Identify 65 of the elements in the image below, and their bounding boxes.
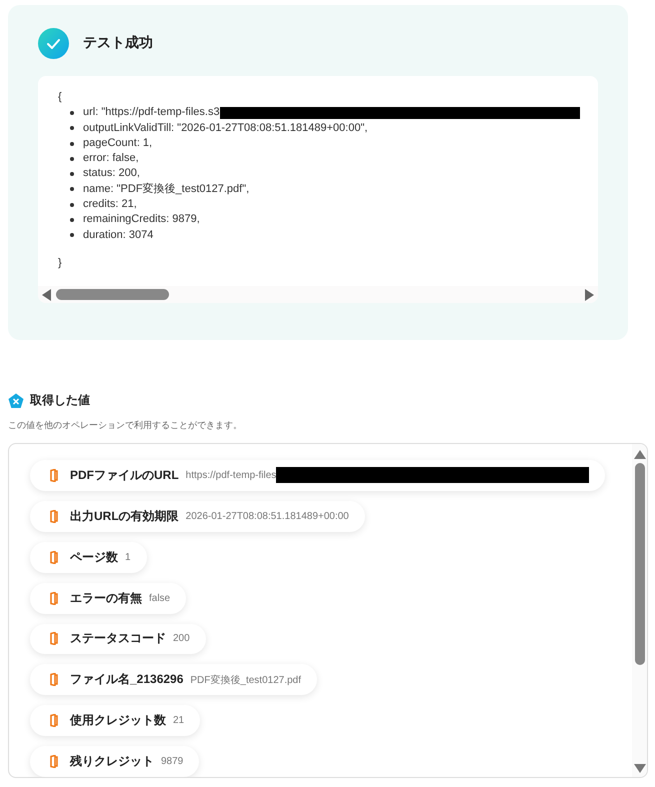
- value-text: 21: [173, 715, 184, 726]
- scrollbar-thumb[interactable]: [56, 289, 169, 300]
- scroll-up-icon[interactable]: [634, 450, 646, 459]
- value-text: 200: [173, 633, 190, 644]
- horizontal-scrollbar[interactable]: [38, 286, 598, 303]
- bullet-icon: [70, 202, 74, 207]
- value-text: false: [149, 592, 170, 604]
- value-label: ステータスコード: [70, 630, 166, 648]
- code-line: duration: 3074: [83, 228, 154, 243]
- value-label: 残りクレジット: [70, 753, 154, 770]
- value-chip[interactable]: 出力URLの有効期限 2026-01-27T08:08:51.181489+00:00: [30, 500, 365, 532]
- code-line: outputLinkValidTill: "2026-01-27T08:08:51.181489+00:00",: [83, 120, 368, 136]
- value-text: PDF変換後_test0127.pdf: [190, 674, 301, 687]
- variable-icon: [8, 392, 24, 408]
- value-chip[interactable]: エラーの有無 false: [30, 582, 186, 614]
- bullet-icon: [70, 218, 74, 222]
- document-icon: [50, 550, 58, 564]
- status-title: テスト成功: [83, 34, 153, 52]
- bullet-icon: [70, 126, 74, 130]
- document-icon: [50, 632, 58, 646]
- value-text: https://pdf-temp-files: [186, 470, 276, 481]
- brace-text: }: [58, 256, 63, 271]
- value-text: 2026-01-27T08:08:51.181489+00:00: [186, 510, 349, 522]
- scrollbar-thumb[interactable]: [634, 463, 644, 665]
- scroll-right-icon[interactable]: [585, 288, 594, 300]
- scroll-left-icon[interactable]: [42, 288, 51, 300]
- value-text: 1: [125, 552, 131, 563]
- document-icon: [50, 592, 58, 605]
- code-line: name: "PDF変換後_test0127.pdf",: [83, 182, 250, 197]
- document-icon: [50, 755, 58, 768]
- brace-text: {: [58, 90, 63, 105]
- section-title: 取得した値: [30, 392, 90, 409]
- code-line: remainingCredits: 9879,: [83, 212, 200, 228]
- bullet-icon: [70, 156, 74, 161]
- bullet-icon: [70, 233, 74, 238]
- vertical-scrollbar[interactable]: [632, 444, 647, 777]
- scroll-down-icon[interactable]: [634, 764, 646, 773]
- value-label: ページ数: [70, 548, 118, 566]
- value-label: PDFファイルのURL: [70, 466, 179, 484]
- code-line: url: "https://pdf-temp-files.s3: [83, 105, 220, 120]
- value-label: 出力URLの有効期限: [70, 508, 179, 525]
- code-line: pageCount: 1,: [83, 136, 152, 151]
- value-label: エラーの有無: [70, 590, 142, 607]
- check-icon: [38, 28, 69, 58]
- value-chip[interactable]: PDFファイルのURL https://pdf-temp-files: [30, 460, 606, 491]
- bullet-icon: [70, 110, 74, 115]
- value-chip[interactable]: 使用クレジット数 21: [30, 705, 200, 736]
- bullet-icon: [70, 142, 74, 146]
- value-chip[interactable]: 残りクレジット 9879: [30, 746, 200, 777]
- code-line: error: false,: [83, 151, 139, 166]
- value-text: 9879: [161, 756, 184, 768]
- document-icon: [50, 673, 58, 686]
- value-label: ファイル名_2136296: [70, 671, 184, 688]
- document-icon: [50, 510, 58, 523]
- bullet-icon: [70, 172, 74, 176]
- value-chip[interactable]: ファイル名_2136296 PDF変換後_test0127.pdf: [30, 664, 317, 696]
- code-line: status: 200,: [83, 166, 140, 182]
- bullet-icon: [70, 187, 74, 192]
- value-label: 使用クレジット数: [70, 712, 166, 730]
- document-icon: [50, 468, 58, 482]
- document-icon: [50, 714, 58, 728]
- section-description: この値を他のオペレーションで利用することができます。: [8, 419, 243, 432]
- value-chip[interactable]: ステータスコード 200: [30, 624, 206, 654]
- code-line: credits: 21,: [83, 197, 137, 212]
- value-chip[interactable]: ページ数 1: [30, 542, 147, 573]
